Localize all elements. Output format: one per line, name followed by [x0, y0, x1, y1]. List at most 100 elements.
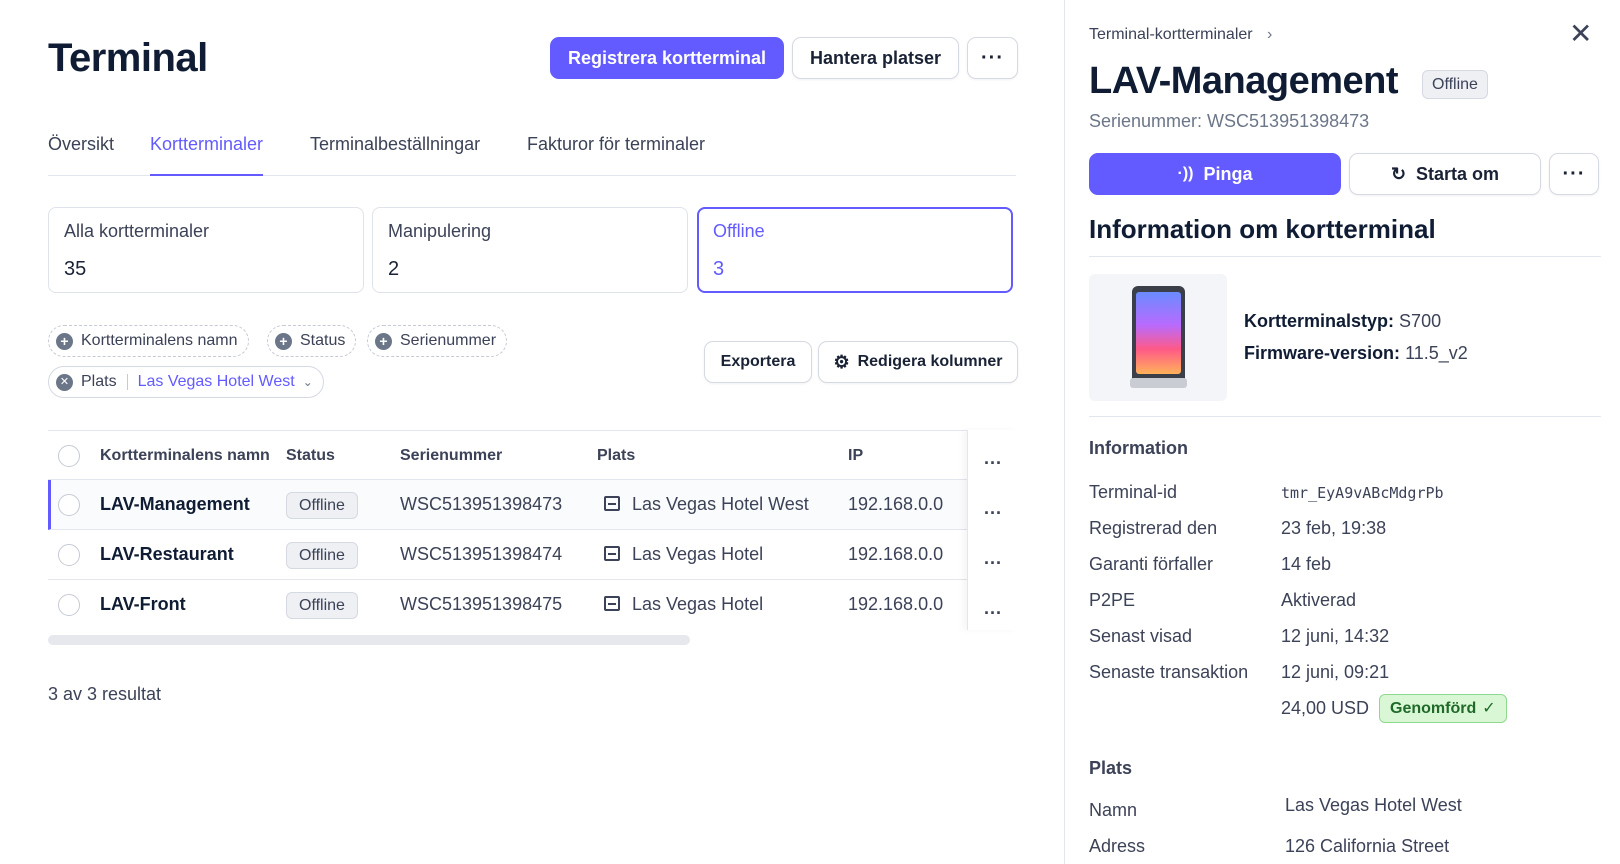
- breadcrumb-link[interactable]: Terminal-kortterminaler: [1089, 26, 1253, 43]
- col-header-ip[interactable]: IP: [848, 447, 863, 465]
- info-value: Aktiverad: [1281, 590, 1357, 610]
- tab-bar: Översikt Kortterminaler Terminalbeställn…: [48, 128, 1016, 176]
- col-header-status[interactable]: Status: [286, 447, 335, 465]
- terminal-name[interactable]: LAV-Management: [100, 494, 250, 515]
- edit-columns-button[interactable]: ⚙ Redigera kolumner: [818, 341, 1018, 383]
- page-title: Terminal: [48, 36, 208, 80]
- stat-card-tampering[interactable]: Manipulering 2: [372, 207, 688, 293]
- location-name: Las Vegas Hotel: [632, 594, 764, 614]
- tab-card-terminals[interactable]: Kortterminaler: [150, 134, 264, 176]
- manage-places-button[interactable]: Hantera platser: [792, 37, 959, 79]
- store-icon: [604, 596, 620, 611]
- location-name: Las Vegas Hotel West: [632, 494, 809, 514]
- ellipsis-icon[interactable]: ...: [984, 498, 1002, 519]
- horizontal-scrollbar[interactable]: [48, 635, 690, 645]
- tab-overview[interactable]: Översikt: [48, 134, 114, 176]
- store-icon: [604, 496, 620, 511]
- ping-icon: ·)): [1177, 165, 1194, 182]
- info-value: 23 feb, 19:38: [1281, 518, 1387, 538]
- divider: [1089, 416, 1601, 417]
- filter-chip-label: Plats: [81, 373, 117, 390]
- filter-chip-value: Las Vegas Hotel West: [137, 373, 295, 390]
- close-circle-icon[interactable]: ✕: [56, 373, 73, 391]
- stat-label: Offline: [713, 221, 765, 241]
- table-row[interactable]: LAV-Restaurant Offline WSC513951398474 L…: [48, 530, 1018, 580]
- tab-terminal-orders[interactable]: Terminalbeställningar: [310, 134, 480, 176]
- ping-label: Pinga: [1203, 163, 1253, 184]
- terminal-detail-panel: Terminal-kortterminaler › ✕ LAV-Manageme…: [1064, 0, 1620, 864]
- status-badge: Offline: [286, 492, 358, 519]
- col-header-name[interactable]: Kortterminalens namn: [100, 447, 270, 465]
- more-actions-button[interactable]: ···: [967, 37, 1018, 79]
- transaction-amount[interactable]: 24,00 USD: [1281, 698, 1369, 719]
- panel-more-button[interactable]: ···: [1549, 153, 1599, 195]
- info-value: 14 feb: [1281, 554, 1332, 574]
- firmware-value: 11.5_v2: [1405, 343, 1468, 363]
- status-badge: Offline: [1422, 70, 1488, 99]
- plus-circle-icon: +: [375, 332, 392, 350]
- stat-card-offline[interactable]: Offline 3: [697, 207, 1013, 293]
- location-cell: Las Vegas Hotel: [604, 544, 763, 565]
- device-type-label: Kortterminalstyp:: [1244, 311, 1395, 331]
- chevron-down-icon: ⌄: [302, 375, 313, 389]
- place-value: Las Vegas Hotel West: [1285, 795, 1462, 815]
- close-icon[interactable]: ✕: [1569, 20, 1592, 48]
- section-title: Information om kortterminal: [1089, 214, 1436, 244]
- results-count: 3 av 3 resultat: [48, 684, 162, 704]
- filter-chip-label: Serienummer: [400, 332, 497, 349]
- serial-number: WSC513951398473: [400, 494, 563, 514]
- firmware-version: Firmware-version: 11.5_v2: [1244, 343, 1468, 364]
- restart-label: Starta om: [1416, 163, 1500, 184]
- breadcrumb[interactable]: Terminal-kortterminaler ›: [1089, 26, 1272, 44]
- chip-separator: [126, 374, 128, 390]
- place-label: Namn: [1089, 800, 1138, 820]
- divider: [1089, 256, 1601, 257]
- edit-columns-label: Redigera kolumner: [857, 353, 1003, 370]
- info-label: Garanti förfaller: [1089, 554, 1214, 574]
- stat-count: 3: [713, 258, 725, 280]
- stat-card-all[interactable]: Alla kortterminaler 35: [48, 207, 364, 293]
- ip-address: 192.168.0.0: [848, 594, 944, 614]
- terminal-name[interactable]: LAV-Front: [100, 594, 186, 615]
- success-badge: Genomförd ✓: [1379, 694, 1507, 723]
- col-header-serial[interactable]: Serienummer: [400, 447, 502, 465]
- place-section-title: Plats: [1089, 758, 1133, 778]
- info-label: Senast visad: [1089, 626, 1193, 646]
- ellipsis-icon[interactable]: ...: [984, 598, 1002, 619]
- ellipsis-icon[interactable]: ...: [984, 448, 1002, 469]
- device-type: Kortterminalstyp: S700: [1244, 311, 1441, 332]
- table-row[interactable]: LAV-Management Offline WSC513951398473 L…: [48, 480, 1018, 530]
- table-row[interactable]: LAV-Front Offline WSC513951398475 Las Ve…: [48, 580, 1018, 630]
- info-label: Senaste transaktion: [1089, 662, 1249, 682]
- filter-chip-serial[interactable]: + Serienummer: [367, 325, 508, 357]
- device-image: [1089, 274, 1227, 401]
- chevron-right-icon: ›: [1267, 26, 1273, 43]
- row-checkbox[interactable]: [58, 494, 80, 516]
- filter-chip-name[interactable]: + Kortterminalens namn: [48, 325, 249, 357]
- filter-chip-location[interactable]: ✕ Plats Las Vegas Hotel West ⌄: [48, 366, 324, 398]
- serial-number: WSC513951398474: [400, 544, 563, 564]
- select-all-checkbox[interactable]: [58, 445, 80, 467]
- location-name: Las Vegas Hotel: [632, 544, 764, 564]
- location-cell: Las Vegas Hotel: [604, 594, 763, 615]
- restart-button[interactable]: ↻ Starta om: [1349, 153, 1541, 195]
- store-icon: [604, 546, 620, 561]
- ping-button[interactable]: ·)) Pinga: [1089, 153, 1341, 195]
- device-type-value: S700: [1399, 311, 1442, 331]
- check-icon: ✓: [1482, 700, 1496, 717]
- info-label: Terminal-id: [1089, 482, 1178, 502]
- info-label: P2PE: [1089, 590, 1136, 610]
- row-checkbox[interactable]: [58, 544, 80, 566]
- stat-label: Alla kortterminaler: [64, 221, 210, 241]
- col-header-location[interactable]: Plats: [597, 447, 635, 465]
- row-checkbox[interactable]: [58, 594, 80, 616]
- row-actions-column: ... ... ... ...: [967, 430, 1018, 630]
- location-cell: Las Vegas Hotel West: [604, 494, 809, 515]
- ellipsis-icon[interactable]: ...: [984, 548, 1002, 569]
- register-terminal-button[interactable]: Registrera kortterminal: [550, 37, 784, 79]
- tab-terminal-invoices[interactable]: Fakturor för terminaler: [527, 134, 705, 176]
- export-button[interactable]: Exportera: [704, 341, 812, 383]
- terminal-device-icon: [1130, 286, 1187, 388]
- filter-chip-status[interactable]: + Status: [267, 325, 357, 357]
- terminal-name[interactable]: LAV-Restaurant: [100, 544, 234, 565]
